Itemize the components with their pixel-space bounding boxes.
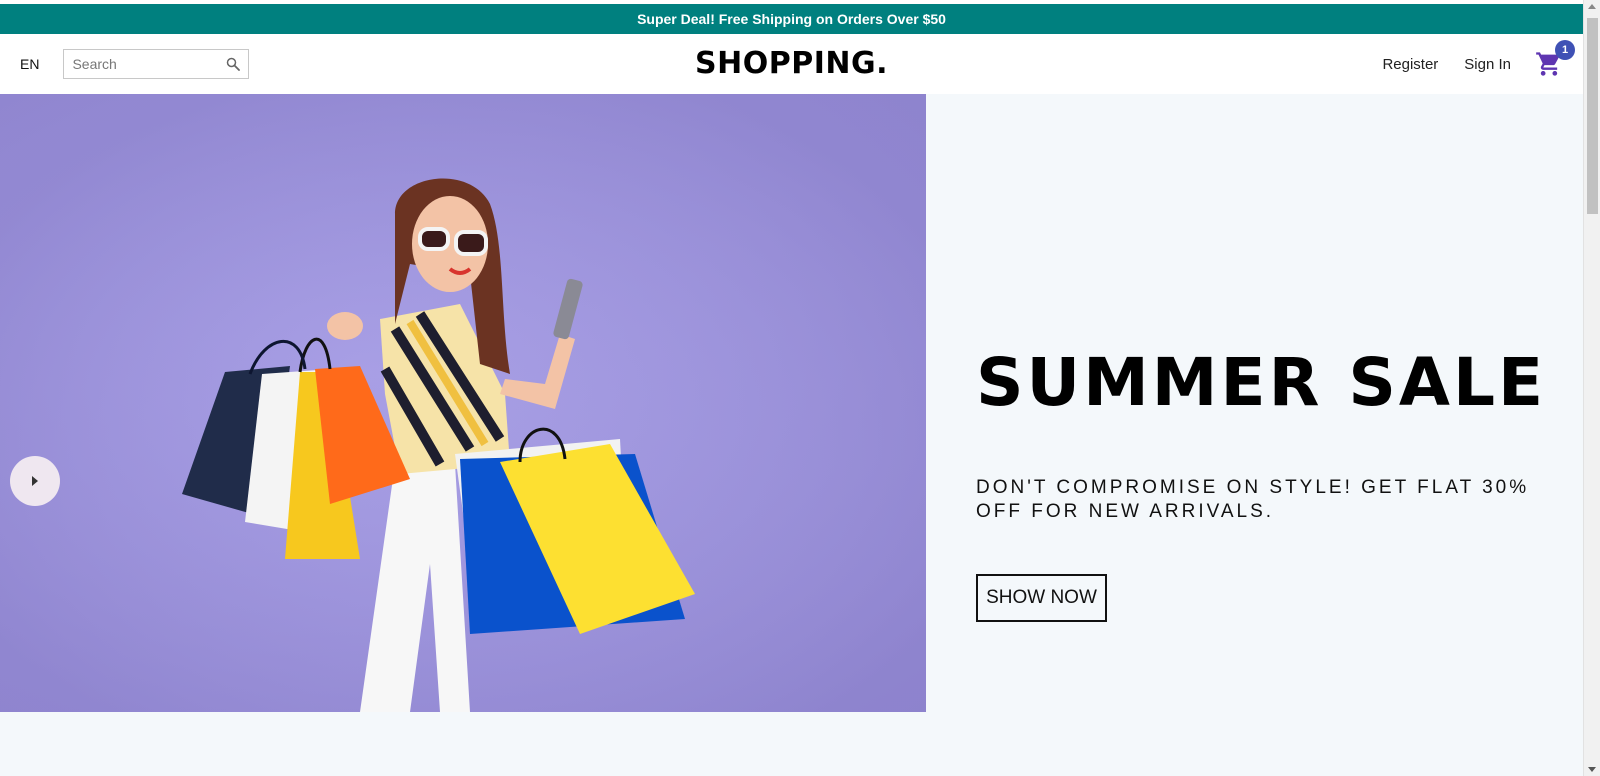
hero-slider: SUMMER SALE DON'T COMPROMISE ON STYLE! G… bbox=[0, 94, 1583, 712]
woman-with-shopping-bags-photo bbox=[0, 94, 926, 712]
slider-next-button[interactable] bbox=[10, 456, 60, 506]
cart-count-badge: 1 bbox=[1555, 40, 1575, 60]
vertical-scrollbar[interactable] bbox=[1583, 0, 1600, 776]
hero-info: SUMMER SALE DON'T COMPROMISE ON STYLE! G… bbox=[976, 94, 1556, 712]
nav-right: Register Sign In 1 bbox=[1356, 34, 1575, 94]
show-now-button[interactable]: SHOW NOW bbox=[976, 574, 1107, 622]
page-content-below bbox=[0, 712, 1583, 776]
search-container bbox=[63, 49, 250, 79]
language-selector[interactable]: EN bbox=[20, 56, 39, 72]
hero-title: SUMMER SALE bbox=[976, 344, 1547, 421]
cart-button[interactable]: 1 bbox=[1535, 40, 1575, 78]
announcement-bar: Super Deal! Free Shipping on Orders Over… bbox=[0, 4, 1583, 34]
hero-description: DON'T COMPROMISE ON STYLE! GET FLAT 30% … bbox=[976, 477, 1530, 522]
announcement-text: Super Deal! Free Shipping on Orders Over… bbox=[637, 11, 946, 27]
scroll-up-arrow-icon[interactable] bbox=[1588, 4, 1596, 9]
register-link[interactable]: Register bbox=[1382, 56, 1438, 73]
scroll-thumb[interactable] bbox=[1587, 18, 1598, 214]
hero-illustration bbox=[0, 94, 926, 712]
scroll-down-arrow-icon[interactable] bbox=[1588, 767, 1596, 772]
arrow-right-icon bbox=[32, 476, 38, 486]
search-icon[interactable] bbox=[226, 57, 241, 71]
site-logo[interactable]: SHOPPING. bbox=[695, 46, 888, 81]
nav-left: EN bbox=[20, 34, 250, 94]
navbar: EN SHOPPING. Register Sign In 1 bbox=[0, 34, 1583, 94]
search-input[interactable] bbox=[72, 56, 227, 72]
sign-in-link[interactable]: Sign In bbox=[1464, 56, 1511, 73]
